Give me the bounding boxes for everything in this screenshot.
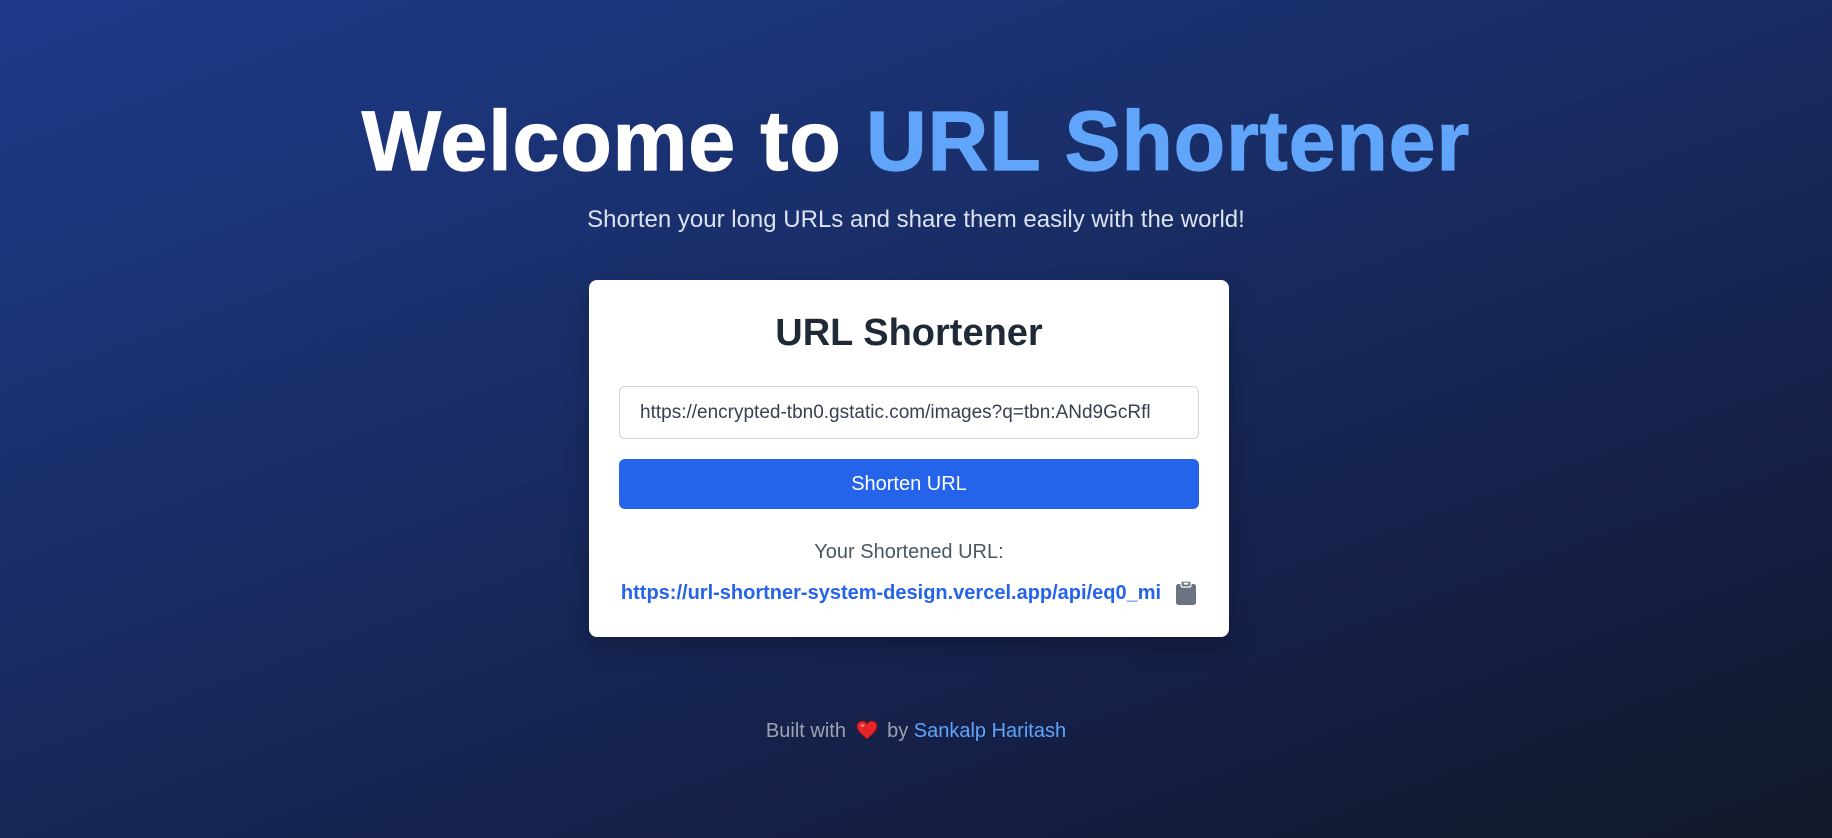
- card-title: URL Shortener: [775, 312, 1043, 354]
- footer: Built with by Sankalp Haritash: [0, 720, 1832, 743]
- clipboard-icon[interactable]: [1175, 580, 1197, 606]
- footer-by: by: [887, 720, 909, 742]
- url-input[interactable]: [619, 386, 1199, 439]
- hero-section: Welcome to URL Shortener Shorten your lo…: [0, 94, 1832, 234]
- footer-built-with: Built with: [765, 720, 846, 742]
- result-row: https://url-shortner-system-design.verce…: [619, 580, 1199, 606]
- page-subtitle: Shorten your long URLs and share them ea…: [587, 206, 1245, 233]
- shortened-url-link[interactable]: https://url-shortner-system-design.verce…: [621, 582, 1161, 605]
- author-link[interactable]: Sankalp Haritash: [914, 720, 1066, 742]
- page-title: Welcome to URL Shortener: [0, 94, 1832, 188]
- heart-icon: [856, 720, 878, 740]
- shortener-card: URL Shortener Shorten URL Your Shortened…: [589, 280, 1229, 637]
- result-label: Your Shortened URL:: [814, 541, 1004, 563]
- page-title-accent: URL Shortener: [865, 94, 1471, 188]
- page-title-prefix: Welcome to: [361, 94, 866, 188]
- shorten-url-button[interactable]: Shorten URL: [619, 459, 1199, 509]
